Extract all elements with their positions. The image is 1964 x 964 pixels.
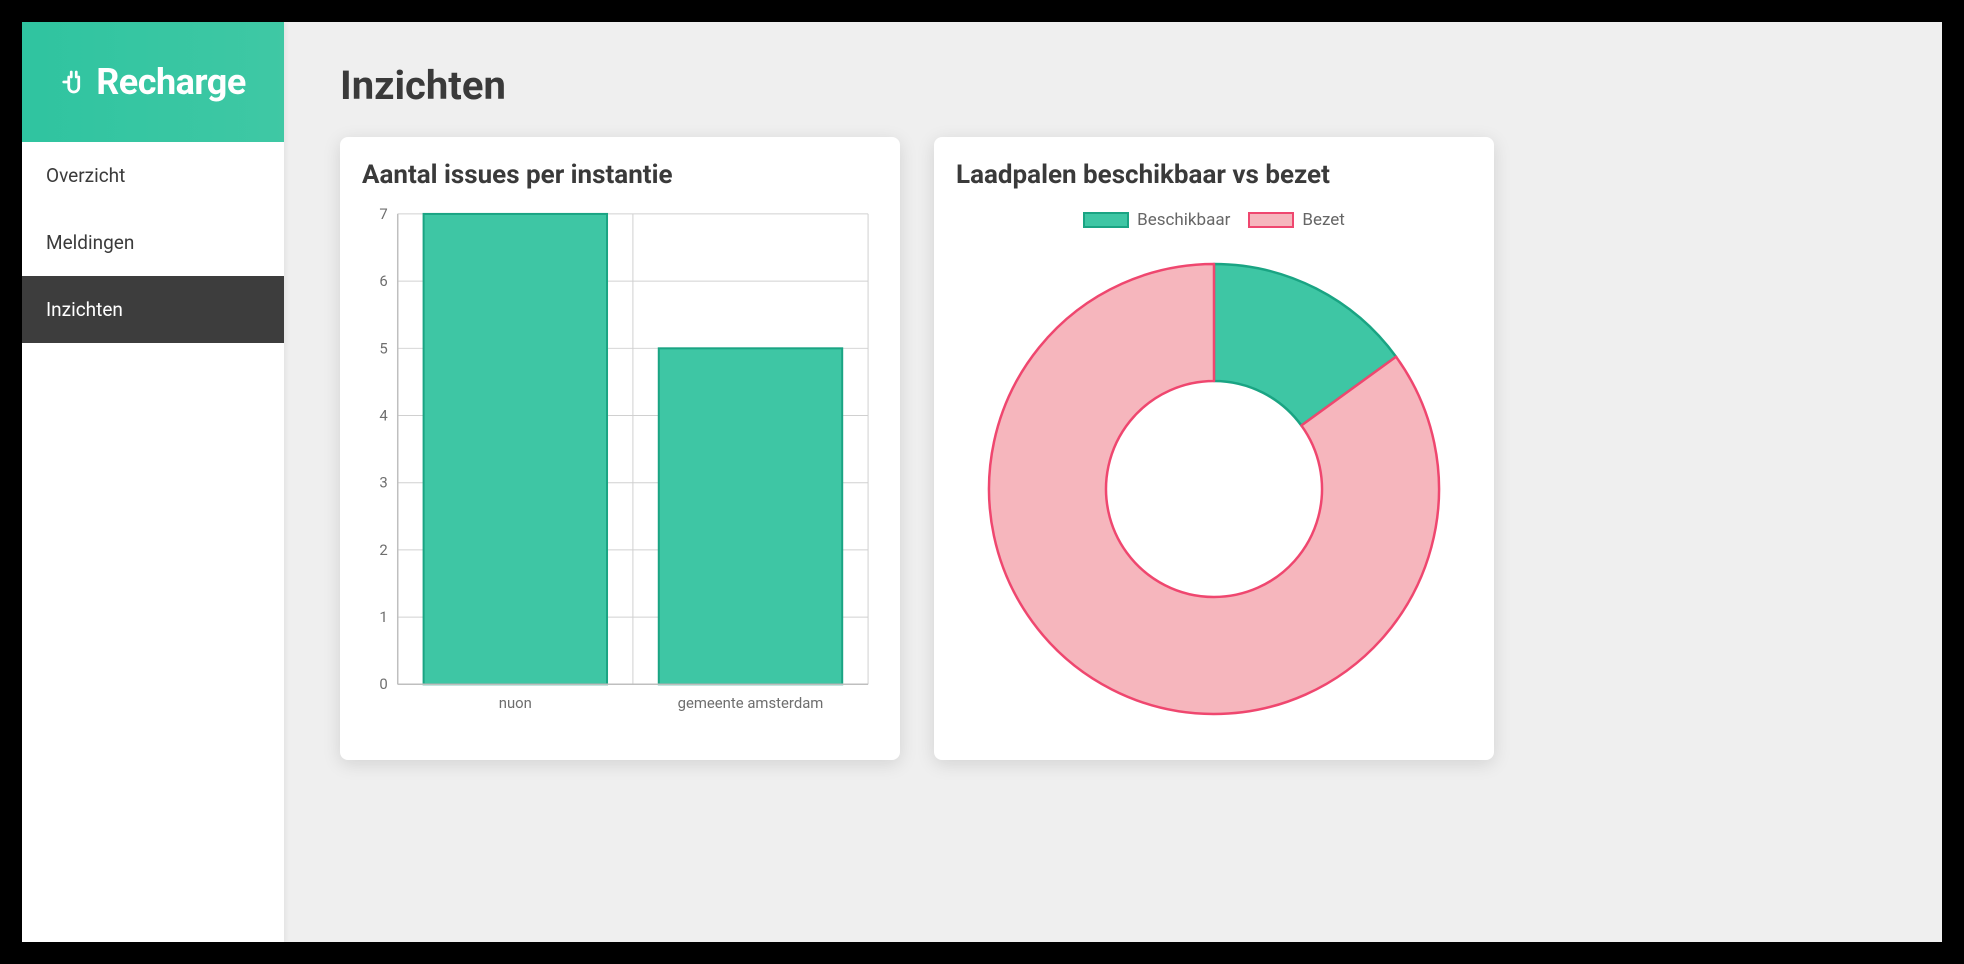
legend-item-beschikbaar[interactable]: Beschikbaar: [1083, 210, 1230, 230]
card-title: Laadpalen beschikbaar vs bezet: [956, 159, 1472, 192]
app-frame: Recharge Overzicht Meldingen Inzichten I…: [22, 22, 1942, 942]
brand-logo: Recharge: [60, 61, 246, 103]
legend-label: Beschikbaar: [1137, 210, 1230, 230]
sidebar-item-label: Overzicht: [46, 164, 125, 187]
card-bar-issues: Aantal issues per instantie 0 1 2 3 4 5 6 7 nuon…: [340, 137, 900, 760]
svg-text:4: 4: [379, 406, 388, 424]
sidebar-item-inzichten[interactable]: Inzichten: [22, 276, 284, 343]
card-title: Aantal issues per instantie: [362, 159, 878, 192]
sidebar: Recharge Overzicht Meldingen Inzichten: [22, 22, 284, 942]
svg-text:nuon: nuon: [499, 694, 532, 712]
legend-label: Bezet: [1302, 210, 1344, 230]
svg-text:2: 2: [379, 540, 387, 558]
sidebar-item-label: Meldingen: [46, 231, 134, 254]
card-row: Aantal issues per instantie 0 1 2 3 4 5 6 7 nuon…: [340, 137, 1886, 760]
plug-icon: [60, 67, 90, 97]
card-donut-status: Laadpalen beschikbaar vs bezet Beschikba…: [934, 137, 1494, 760]
svg-text:gemeente amsterdam: gemeente amsterdam: [678, 694, 824, 712]
svg-text:7: 7: [379, 204, 387, 222]
logo-block: Recharge: [22, 22, 284, 142]
brand-name: Recharge: [96, 61, 246, 103]
sidebar-item-label: Inzichten: [46, 298, 123, 321]
donut-area: Beschikbaar Bezet: [956, 202, 1472, 734]
svg-text:3: 3: [379, 473, 387, 491]
sidebar-item-meldingen[interactable]: Meldingen: [22, 209, 284, 276]
donut-chart: [969, 244, 1459, 734]
svg-text:5: 5: [379, 339, 387, 357]
legend-swatch: [1083, 212, 1129, 228]
sidebar-item-overzicht[interactable]: Overzicht: [22, 142, 284, 209]
page-title: Inzichten: [340, 62, 1886, 109]
svg-text:6: 6: [379, 272, 387, 290]
legend-item-bezet[interactable]: Bezet: [1248, 210, 1344, 230]
svg-text:0: 0: [379, 675, 387, 693]
svg-text:1: 1: [379, 608, 387, 626]
donut-legend: Beschikbaar Bezet: [1083, 210, 1345, 230]
legend-swatch: [1248, 212, 1294, 228]
bar-chart: 0 1 2 3 4 5 6 7 nuon gemeente amsterdam: [362, 202, 878, 722]
nav-list: Overzicht Meldingen Inzichten: [22, 142, 284, 343]
main-content: Inzichten Aantal issues per instantie 0 1…: [284, 22, 1942, 942]
